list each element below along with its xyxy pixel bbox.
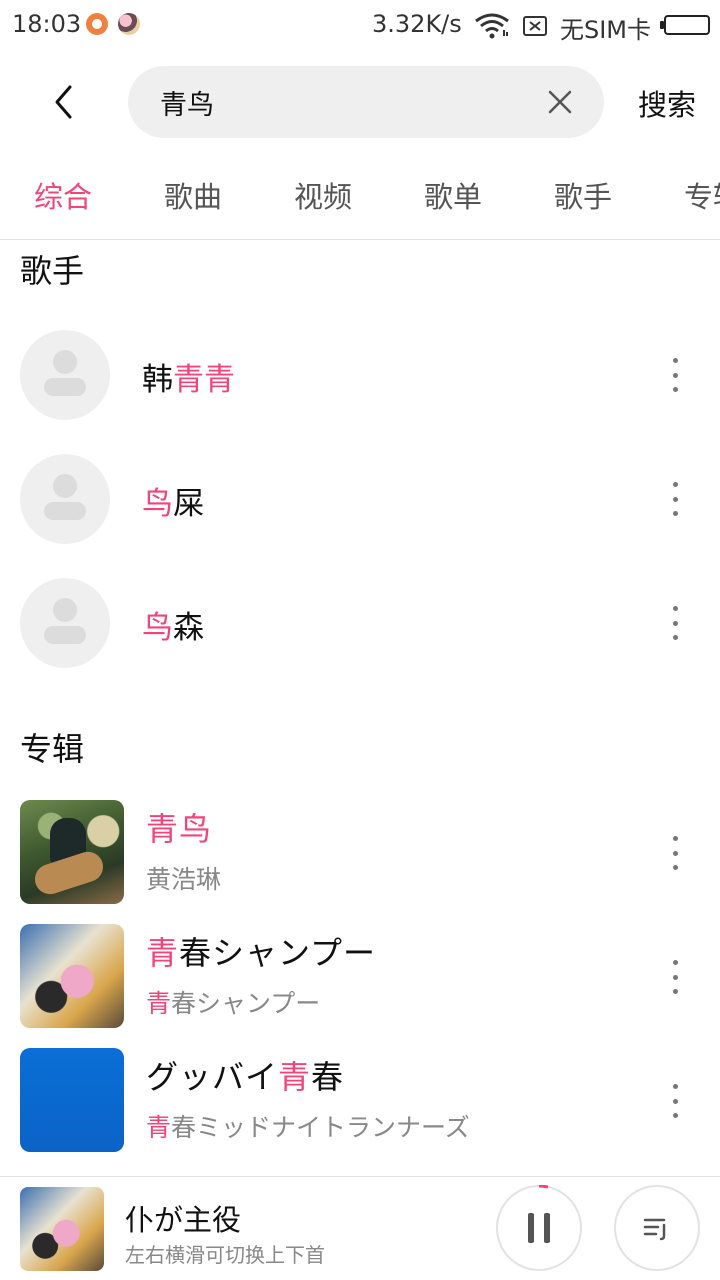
more-options-icon[interactable] <box>660 350 690 400</box>
album-title: 青鸟 <box>146 810 213 848</box>
artist-placeholder-icon <box>20 454 110 544</box>
album-title: グッバイ青春 <box>146 1058 345 1096</box>
artist-placeholder-icon <box>20 330 110 420</box>
now-playing-hint: 左右横滑可切换上下首 <box>125 1243 325 1267</box>
app-avatar-icon <box>118 13 140 35</box>
album-artist: 青春シャンプー <box>146 989 321 1018</box>
no-sim-icon <box>523 16 547 36</box>
more-options-icon[interactable] <box>660 952 690 1002</box>
search-input[interactable] <box>160 66 540 138</box>
network-speed: 3.32K/s <box>372 10 462 38</box>
playback-progress-ring <box>538 1185 549 1189</box>
album-row[interactable]: グッバイ青春 青春ミッドナイトランナーズ <box>0 1042 720 1154</box>
tab-videos[interactable]: 视频 <box>294 174 352 216</box>
wifi-icon <box>475 13 509 39</box>
close-icon <box>548 90 572 114</box>
album-artist: 黄浩琳 <box>146 865 222 894</box>
album-cover <box>20 924 124 1028</box>
artist-row[interactable]: 鸟屎 <box>0 444 720 554</box>
artist-placeholder-icon <box>20 578 110 668</box>
album-row[interactable]: 青春シャンプー 青春シャンプー <box>0 918 720 1030</box>
clear-search-button[interactable] <box>540 82 580 122</box>
artist-row[interactable]: 鸟森 <box>0 568 720 678</box>
search-box <box>128 66 604 138</box>
sim-status: 无SIM卡 <box>560 16 652 44</box>
tabs-divider <box>0 239 720 240</box>
status-bar: 18:03 3.32K/s 无SIM卡 <box>0 0 720 52</box>
search-header: 搜索 <box>0 52 720 152</box>
albums-section-title: 专辑 <box>20 730 85 768</box>
more-options-icon[interactable] <box>660 474 690 524</box>
tab-artists[interactable]: 歌手 <box>554 174 612 216</box>
more-options-icon[interactable] <box>660 598 690 648</box>
app-notification-icon <box>86 13 108 35</box>
now-playing-title: 仆が主役 <box>125 1203 242 1237</box>
battery-icon <box>664 15 710 35</box>
artists-section-title: 歌手 <box>20 252 85 290</box>
artist-name: 鸟屎 <box>142 486 204 522</box>
tab-songs[interactable]: 歌曲 <box>164 174 222 216</box>
artist-name: 韩青青 <box>142 362 235 398</box>
search-button[interactable]: 搜索 <box>638 82 696 124</box>
album-cover <box>20 1048 124 1152</box>
result-tabs: 综合 歌曲 视频 歌单 歌手 专辑 <box>0 160 720 230</box>
back-button[interactable] <box>42 76 86 128</box>
status-time: 18:03 <box>12 10 82 38</box>
tab-albums[interactable]: 专辑 <box>684 174 720 216</box>
album-artist: 青春ミッドナイトランナーズ <box>146 1113 470 1142</box>
tab-all[interactable]: 综合 <box>34 174 92 216</box>
album-title: 青春シャンプー <box>146 934 377 972</box>
playlist-icon <box>643 1218 666 1241</box>
chevron-left-icon <box>55 85 72 119</box>
now-playing-cover <box>20 1187 104 1271</box>
album-cover <box>20 800 124 904</box>
playlist-button[interactable] <box>614 1185 700 1271</box>
more-options-icon[interactable] <box>660 828 690 878</box>
album-row[interactable]: 青鸟 黄浩琳 <box>0 794 720 906</box>
mini-player[interactable]: 仆が主役 左右横滑可切换上下首 <box>0 1176 720 1280</box>
artist-name: 鸟森 <box>142 610 204 646</box>
more-options-icon[interactable] <box>660 1076 690 1126</box>
artist-row[interactable]: 韩青青 <box>0 320 720 430</box>
tab-playlists[interactable]: 歌单 <box>424 174 482 216</box>
